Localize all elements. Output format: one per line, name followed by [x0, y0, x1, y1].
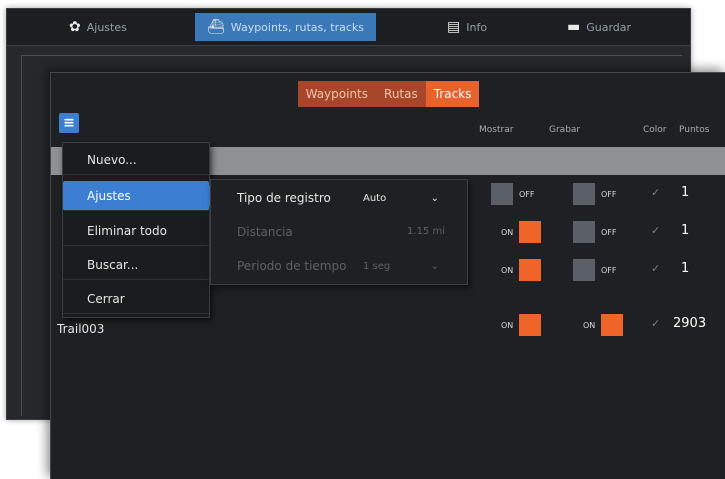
- tipo-registro-dropdown[interactable]: Auto ⌄: [359, 188, 443, 208]
- tipo-registro-row: Tipo de registro Auto ⌄: [211, 182, 467, 214]
- color-check-icon[interactable]: ✓: [651, 186, 660, 199]
- column-grabar: Grabar: [549, 125, 581, 135]
- menu-icon: ≡: [63, 115, 75, 131]
- tab-tracks[interactable]: Tracks: [425, 81, 480, 107]
- column-mostrar: Mostrar: [479, 125, 514, 135]
- grabar-toggle[interactable]: OFF: [573, 182, 623, 206]
- track-name: Trail003: [57, 322, 105, 336]
- tab-waypoints-label: Waypoints, rutas, tracks: [230, 20, 364, 34]
- periodo-tiempo-dropdown[interactable]: 1 seg ⌄: [359, 256, 443, 276]
- menu-item-nuevo[interactable]: Nuevo...: [63, 145, 209, 175]
- grabar-toggle[interactable]: ON: [577, 313, 624, 337]
- tab-info[interactable]: ▤ Info: [435, 13, 499, 41]
- menu-item-eliminar-todo[interactable]: Eliminar todo: [63, 216, 209, 246]
- tab-rutas[interactable]: Rutas: [376, 81, 426, 107]
- mostrar-toggle[interactable]: ON: [495, 220, 542, 244]
- tab-info-label: Info: [466, 20, 488, 34]
- gear-icon: ✿: [69, 19, 81, 35]
- grabar-toggle[interactable]: OFF: [573, 258, 623, 282]
- column-color: Color: [643, 125, 667, 135]
- tab-ajustes-label: Ajustes: [86, 20, 127, 34]
- points-value: 2903: [673, 316, 707, 331]
- menu-item-cerrar[interactable]: Cerrar: [63, 284, 209, 314]
- periodo-tiempo-row: Periodo de tiempo 1 seg ⌄: [211, 250, 467, 282]
- points-value: 1: [681, 223, 690, 238]
- distancia-label: Distancia: [237, 225, 293, 239]
- menu-item-ajustes[interactable]: Ajustes: [63, 181, 217, 211]
- mostrar-toggle[interactable]: OFF: [491, 182, 541, 206]
- mostrar-toggle[interactable]: ON: [495, 313, 542, 337]
- context-menu: Nuevo... Ajustes Eliminar todo Buscar...…: [62, 142, 217, 318]
- distancia-value: 1.15 mi: [407, 226, 445, 237]
- front-tabs: Waypoints Rutas Tracks: [51, 81, 725, 107]
- mostrar-toggle[interactable]: ON: [495, 258, 542, 282]
- color-check-icon[interactable]: ✓: [651, 317, 660, 330]
- tab-guardar-label: Guardar: [586, 20, 632, 34]
- route-icon: ⛴: [207, 19, 225, 35]
- chevron-down-icon: ⌄: [430, 260, 439, 272]
- folder-icon: ▬: [567, 19, 581, 35]
- tipo-registro-value: Auto: [363, 192, 387, 204]
- back-topbar: ✿ Ajustes ⛴ Waypoints, rutas, tracks ▤ I…: [7, 9, 690, 46]
- points-value: 1: [681, 261, 690, 276]
- tipo-registro-label: Tipo de registro: [237, 191, 331, 205]
- table-row[interactable]: Trail003 ON ON ✓ 2903: [51, 313, 725, 347]
- tab-ajustes[interactable]: ✿ Ajustes: [57, 13, 139, 41]
- distancia-row: Distancia 1.15 mi: [211, 216, 467, 248]
- hamburger-menu-button[interactable]: ≡: [59, 113, 79, 133]
- tab-waypoints[interactable]: Waypoints: [297, 81, 377, 107]
- tab-waypoints-rutas-tracks[interactable]: ⛴ Waypoints, rutas, tracks: [195, 13, 376, 41]
- chevron-down-icon: ⌄: [430, 192, 439, 204]
- periodo-tiempo-value: 1 seg: [363, 260, 391, 272]
- grabar-toggle[interactable]: OFF: [573, 220, 623, 244]
- column-puntos: Puntos: [679, 125, 710, 135]
- info-icon: ▤: [447, 19, 461, 35]
- ajustes-submenu: Tipo de registro Auto ⌄ Distancia 1.15 m…: [210, 179, 468, 285]
- periodo-tiempo-label: Periodo de tiempo: [237, 259, 347, 273]
- color-check-icon[interactable]: ✓: [651, 224, 660, 237]
- points-value: 1: [681, 185, 690, 200]
- tab-guardar[interactable]: ▬ Guardar: [555, 13, 643, 41]
- menu-item-buscar[interactable]: Buscar...: [63, 250, 209, 280]
- color-check-icon[interactable]: ✓: [651, 262, 660, 275]
